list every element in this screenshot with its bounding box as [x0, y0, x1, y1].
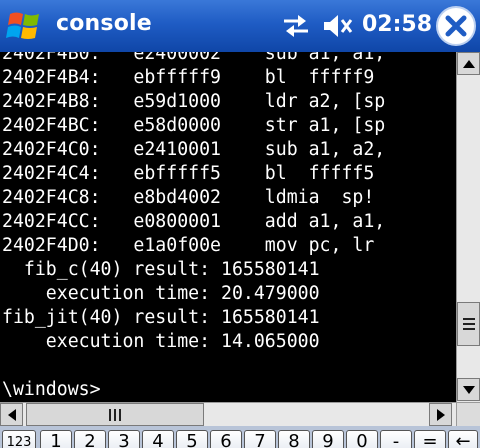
console-line: fib_c(40) result: 165580141 — [2, 259, 320, 280]
key-minus[interactable]: - — [380, 430, 412, 448]
title-bar: console 02:58 — [0, 0, 480, 52]
console-line: 2402F4BC: e58d0000 str a1, [sp — [2, 115, 386, 136]
window-title: console — [56, 11, 152, 36]
horizontal-scroll-thumb[interactable] — [26, 403, 204, 426]
vertical-scroll-thumb[interactable] — [457, 302, 480, 346]
key-7[interactable]: 7 — [244, 430, 276, 448]
console-prompt[interactable]: \windows> — [2, 378, 385, 402]
key-6[interactable]: 6 — [210, 430, 242, 448]
scroll-up-button[interactable] — [457, 52, 480, 75]
key-123[interactable]: 123 — [2, 430, 36, 448]
backspace-key[interactable]: ← — [448, 430, 478, 448]
console-line: 2402F4C8: e8bd4002 ldmia sp! — [2, 187, 375, 208]
clock[interactable]: 02:58 — [362, 12, 432, 37]
key-0[interactable]: 0 — [346, 430, 378, 448]
console-line: execution time: 20.479000 — [2, 283, 320, 304]
console-line: fib_jit(40) result: 165580141 — [2, 307, 320, 328]
volume-icon[interactable] — [322, 12, 354, 40]
console-line: execution time: 14.065000 — [2, 331, 320, 352]
arrow-right-icon — [436, 408, 445, 421]
console-line: 2402F4C4: ebfffff5 bl fffff5 — [2, 163, 375, 184]
horizontal-scrollbar[interactable] — [0, 402, 456, 426]
console-line: 2402F4B4: ebfffff9 bl fffff9 — [2, 67, 375, 88]
key-2[interactable]: 2 — [74, 430, 106, 448]
windows-start-icon[interactable] — [4, 6, 46, 46]
key-3[interactable]: 3 — [108, 430, 140, 448]
key-5[interactable]: 5 — [176, 430, 208, 448]
scroll-down-button[interactable] — [457, 378, 480, 401]
soft-keyboard: 123 1 2 3 4 5 6 7 8 9 0 - = ← — [0, 426, 480, 448]
console-line: 2402F4CC: e0800001 add a1, a1, — [2, 211, 386, 232]
key-equals[interactable]: = — [414, 430, 446, 448]
key-4[interactable]: 4 — [142, 430, 174, 448]
close-button[interactable] — [436, 6, 476, 46]
key-8[interactable]: 8 — [278, 430, 310, 448]
arrow-left-icon — [7, 408, 16, 421]
scrollbar-corner — [456, 402, 480, 426]
arrow-up-icon — [462, 59, 475, 68]
scroll-left-button[interactable] — [0, 403, 23, 426]
console-line: 2402F4D0: e1a0f00e mov pc, lr — [2, 235, 375, 256]
console-output[interactable]: 2402F4B0: e2400002 sub a1, a1, 2402F4B4:… — [0, 52, 456, 402]
connectivity-icon[interactable] — [280, 12, 312, 40]
console-line: 2402F4B0: e2400002 sub a1, a1, — [2, 52, 386, 64]
key-1[interactable]: 1 — [40, 430, 72, 448]
scroll-right-button[interactable] — [429, 403, 452, 426]
console-line: 2402F4B8: e59d1000 ldr a2, [sp — [2, 91, 386, 112]
vertical-scrollbar[interactable] — [456, 52, 480, 402]
console-line: 2402F4C0: e2410001 sub a1, a2, — [2, 139, 386, 160]
key-9[interactable]: 9 — [312, 430, 344, 448]
close-icon — [445, 15, 467, 37]
arrow-down-icon — [462, 385, 475, 394]
